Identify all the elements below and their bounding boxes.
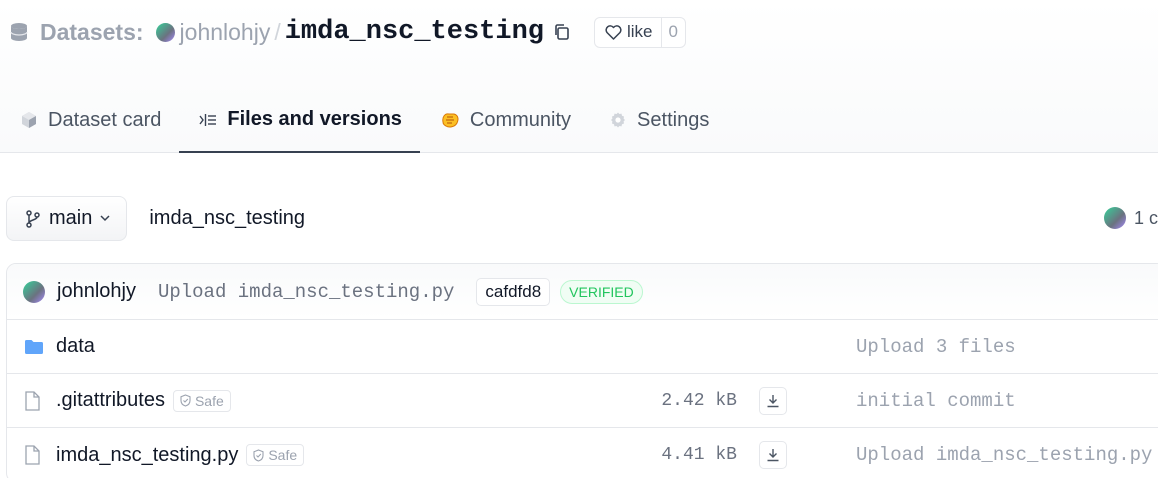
file-name-text: .gitattributes (56, 389, 165, 411)
owner-link[interactable]: johnlohjy (180, 19, 271, 46)
file-size: 4.41 kB (661, 445, 737, 465)
file-name-text: imda_nsc_testing.py (56, 443, 239, 466)
download-icon (767, 449, 779, 462)
path-separator: / (274, 18, 281, 45)
file-list: johnlohjy Upload imda_nsc_testing.py caf… (6, 263, 1158, 478)
repo-header: Datasets: johnlohjy / imda_nsc_testing l… (0, 0, 1158, 153)
folder-icon (25, 339, 43, 354)
repo-title-row: Datasets: johnlohjy / imda_nsc_testing l… (10, 14, 686, 50)
file-name-text: data (56, 335, 95, 357)
file-commit-message[interactable]: initial commit (856, 390, 1016, 412)
tab-files-and-versions[interactable]: Files and versions (179, 88, 420, 153)
commit-author[interactable]: johnlohjy (57, 280, 136, 303)
commit-hash[interactable]: cafdfd8 (476, 277, 551, 306)
like-button[interactable]: like 0 (593, 16, 686, 48)
tab-settings[interactable]: Settings (589, 88, 727, 152)
chevron-down-icon (100, 215, 110, 222)
shield-icon (180, 394, 191, 407)
tab-label: Community (469, 108, 572, 131)
like-label: like (626, 22, 653, 41)
file-icon (25, 445, 40, 465)
last-commit-bar: johnlohjy Upload imda_nsc_testing.py caf… (7, 264, 1158, 320)
contributors-text: 1 c (1133, 207, 1158, 228)
file-icon (25, 390, 40, 411)
contributor-avatar (1103, 207, 1126, 229)
table-row[interactable]: .gitattributes Safe 2.42 kB initial comm… (7, 374, 1158, 428)
safe-label: Safe (268, 447, 298, 463)
tab-dataset-card[interactable]: Dataset card (0, 88, 179, 152)
file-name[interactable]: imda_nsc_testing.py Safe (56, 443, 305, 467)
safe-badge[interactable]: Safe (246, 444, 305, 466)
like-count[interactable]: 0 (662, 18, 685, 47)
commit-message[interactable]: Upload imda_nsc_testing.py (158, 281, 454, 303)
shield-icon (253, 448, 264, 462)
tab-label: Dataset card (48, 108, 162, 131)
repo-tabs: Dataset card Files and versions Communit… (0, 88, 727, 153)
files-icon (199, 113, 217, 126)
tab-label: Files and versions (227, 108, 402, 130)
like-main[interactable]: like (595, 17, 662, 47)
gear-icon (611, 112, 626, 128)
safe-label: Safe (194, 392, 224, 409)
section-label[interactable]: Datasets: (40, 19, 144, 46)
repo-name[interactable]: imda_nsc_testing (285, 17, 544, 47)
current-path[interactable]: imda_nsc_testing (149, 207, 305, 230)
branch-icon (26, 209, 40, 228)
contributors-link[interactable]: 1 c (1103, 207, 1158, 229)
download-button[interactable] (759, 441, 787, 469)
dataset-card-icon (22, 112, 36, 128)
commit-author-avatar[interactable] (23, 280, 45, 303)
table-row[interactable]: data Upload 3 files (7, 320, 1158, 374)
copy-icon[interactable] (552, 22, 572, 42)
branch-name: main (49, 207, 93, 229)
table-row[interactable]: imda_nsc_testing.py Safe 4.41 kB Upload … (7, 428, 1158, 478)
heart-icon (605, 24, 622, 40)
branch-selector[interactable]: main (6, 196, 128, 241)
safe-badge[interactable]: Safe (172, 389, 231, 412)
file-size: 2.42 kB (661, 390, 737, 411)
download-icon (767, 394, 779, 407)
download-button[interactable] (759, 386, 787, 415)
file-name[interactable]: data (56, 335, 95, 358)
community-icon (442, 113, 459, 128)
file-commit-message[interactable]: Upload imda_nsc_testing.py (856, 444, 1152, 466)
owner-avatar[interactable] (155, 22, 175, 42)
branch-row: main imda_nsc_testing 1 c (6, 196, 1158, 241)
database-icon (10, 23, 28, 41)
verified-badge: VERIFIED (560, 279, 643, 304)
file-name[interactable]: .gitattributes Safe (56, 389, 231, 412)
tab-community[interactable]: Community (420, 88, 589, 152)
file-commit-message[interactable]: Upload 3 files (856, 336, 1016, 358)
tab-label: Settings (637, 108, 710, 131)
